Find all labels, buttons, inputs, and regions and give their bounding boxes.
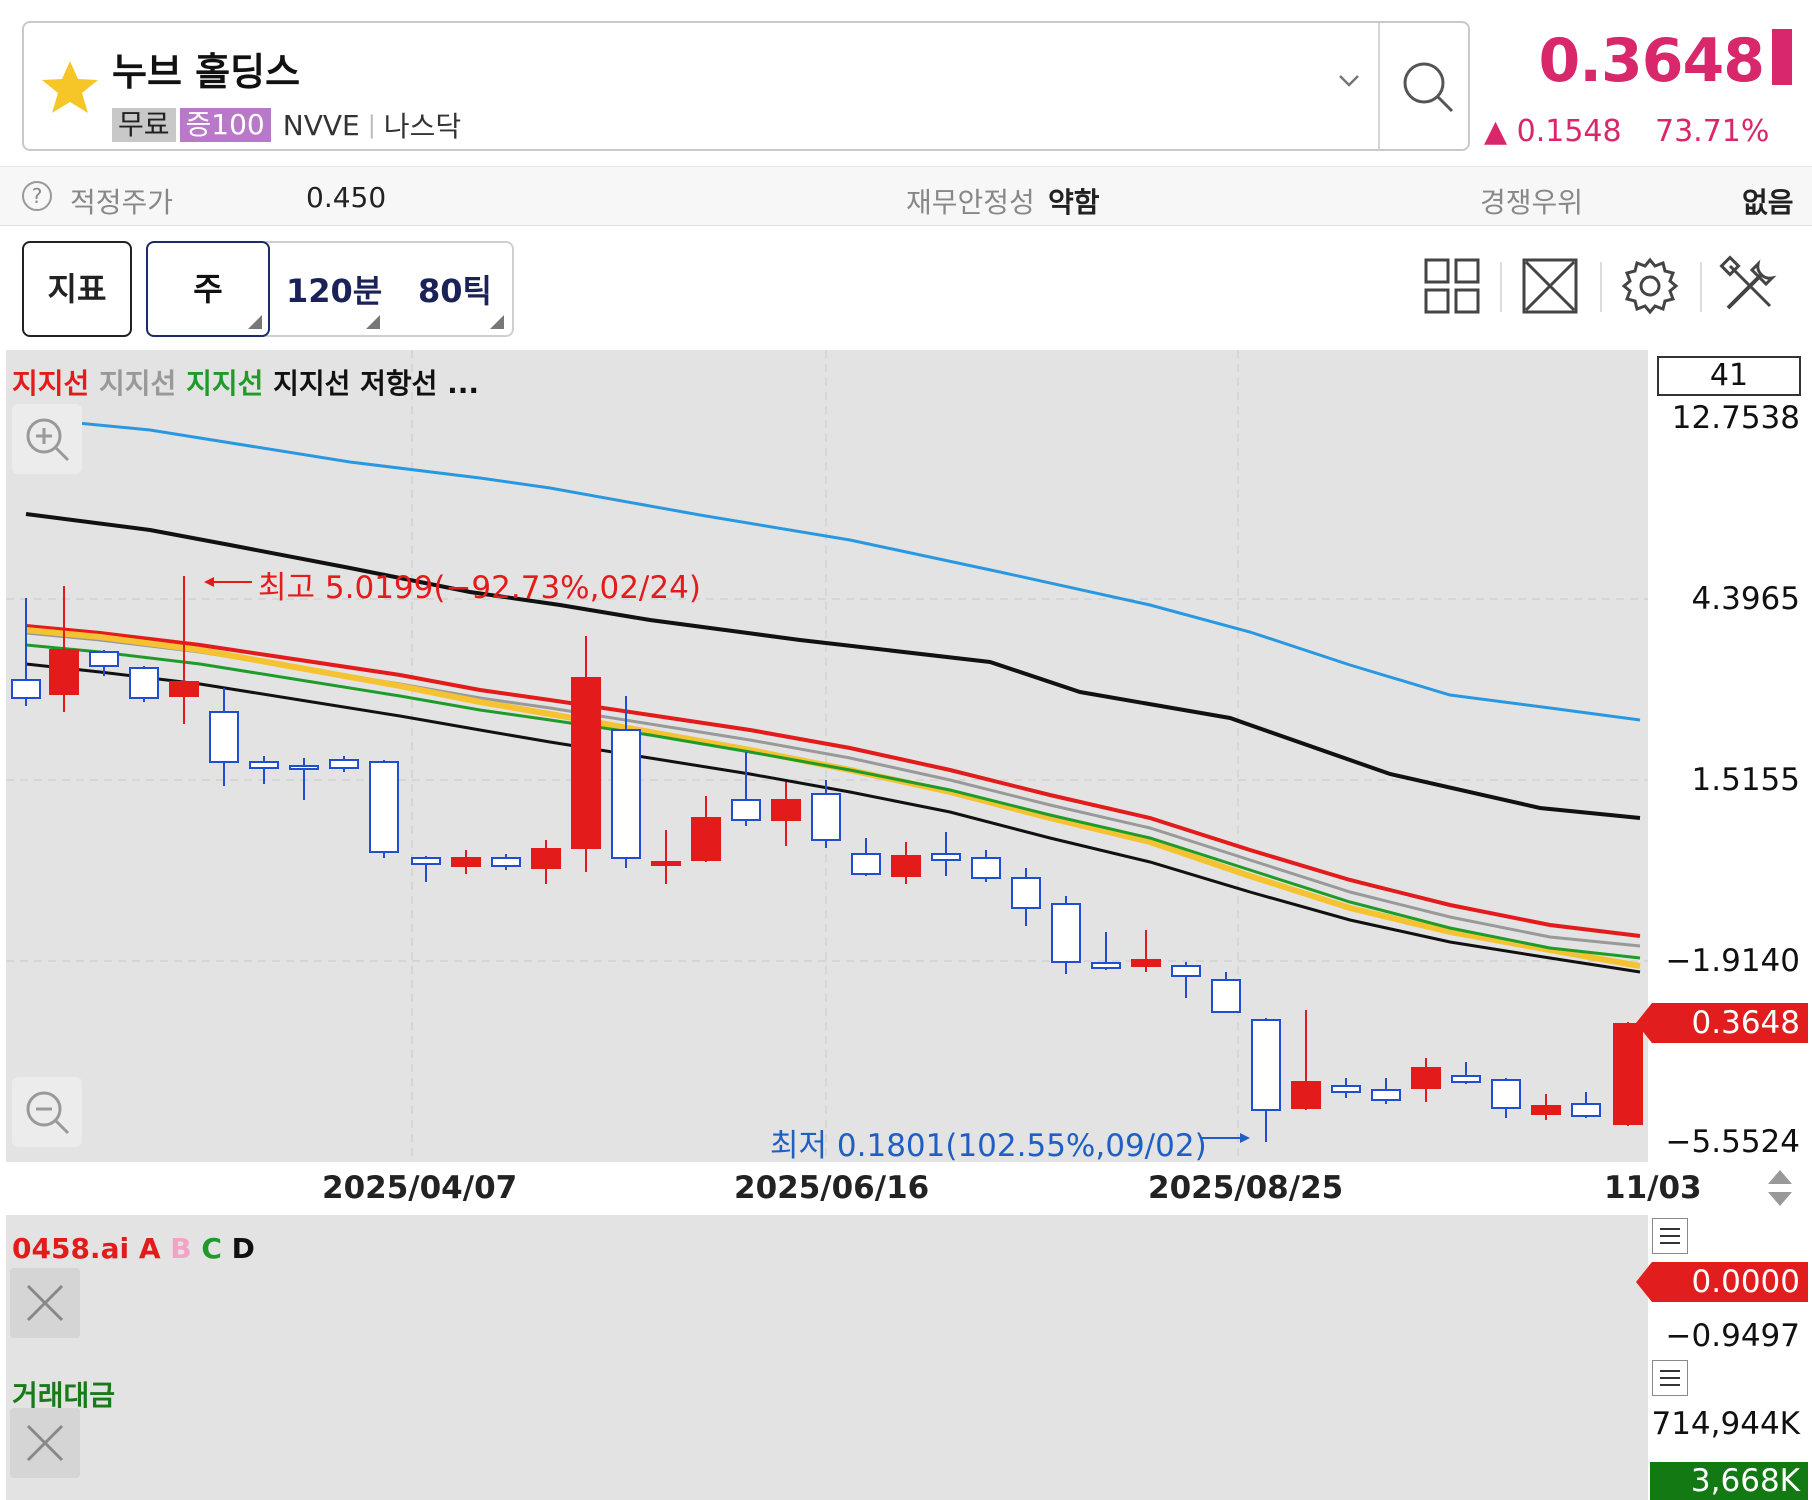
- indicator-series-b: B: [170, 1232, 192, 1265]
- candle-body: [771, 799, 801, 821]
- volume-axis-label: 714,944K: [1651, 1406, 1800, 1442]
- indicator-series-a: A: [138, 1232, 161, 1265]
- current-price-tag: 0.3648: [1636, 1003, 1808, 1043]
- candle-body: [1011, 877, 1041, 909]
- candle-body: [411, 857, 441, 865]
- candle-body: [1131, 959, 1161, 967]
- ma-line-red: [25, 624, 1641, 938]
- candle-body: [451, 857, 481, 867]
- candle-body: [491, 857, 521, 867]
- indicator-legend: 0458.ai A B C D: [12, 1232, 255, 1265]
- ma-line-black: [25, 512, 1641, 820]
- volume-value-tag: 3,668K: [1650, 1462, 1808, 1500]
- candle-body: [369, 761, 399, 853]
- indicator-series-d: D: [231, 1232, 255, 1265]
- zoom-out-icon: [26, 1091, 70, 1135]
- legend-item: 지지선: [273, 367, 351, 400]
- indicator-axis-label: −0.9497: [1665, 1318, 1800, 1354]
- indicator-value-tag: 0.0000: [1636, 1262, 1808, 1302]
- candle-body: [289, 765, 319, 770]
- y-axis-label: 4.3965: [1691, 581, 1800, 617]
- x-axis-label: 2025/08/25: [1148, 1170, 1344, 1206]
- candle-body: [1531, 1105, 1561, 1115]
- candle-body: [1451, 1075, 1481, 1083]
- high-arrow-head: [204, 577, 214, 587]
- legend-item: ...: [447, 367, 480, 400]
- candle-body: [691, 817, 721, 861]
- candle-body: [931, 853, 961, 861]
- indicator-series-c: C: [201, 1232, 222, 1265]
- high-annotation: 최고 5.0199(−92.73%,02/24): [258, 570, 701, 606]
- candle-body: [1051, 903, 1081, 963]
- scroll-arrows-icon[interactable]: [1760, 1166, 1800, 1210]
- candle-body: [89, 651, 119, 667]
- candle-body: [11, 679, 41, 699]
- candle-body: [1571, 1103, 1601, 1117]
- candle-body: [731, 799, 761, 821]
- indicator-menu-button[interactable]: [1652, 1218, 1688, 1254]
- close-icon: [26, 1424, 64, 1462]
- candle-body: [249, 761, 279, 769]
- candle-body: [1371, 1089, 1401, 1101]
- close-volume-button[interactable]: [10, 1408, 80, 1478]
- legend-item: 지지선: [12, 367, 90, 400]
- candle-body: [329, 759, 359, 769]
- candle-body: [651, 861, 681, 866]
- candle-body: [209, 711, 239, 763]
- candle-body: [891, 855, 921, 877]
- candle-body: [1171, 965, 1201, 977]
- volume-menu-button[interactable]: [1652, 1360, 1688, 1396]
- visible-candle-count[interactable]: 41: [1657, 356, 1801, 396]
- candle-body: [811, 793, 841, 841]
- close-indicator-button[interactable]: [10, 1268, 80, 1338]
- candle-body: [1491, 1079, 1521, 1109]
- legend-item: 지지선: [99, 367, 177, 400]
- y-axis-label: −1.9140: [1665, 943, 1800, 979]
- indicator-name: 0458.ai: [12, 1232, 130, 1265]
- x-axis-label: 2025/04/07: [322, 1170, 518, 1206]
- candle-body: [1411, 1067, 1441, 1089]
- candle-body: [1211, 979, 1241, 1013]
- x-axis-label: 11/03: [1604, 1170, 1702, 1206]
- candle-body: [129, 667, 159, 699]
- candle-body: [1331, 1085, 1361, 1093]
- candle-body: [169, 681, 199, 697]
- chart-legend: 지지선 지지선 지지선 지지선 저항선 ...: [12, 362, 479, 402]
- candle-body: [1251, 1019, 1281, 1111]
- candle-body: [49, 649, 79, 695]
- y-axis-label: 1.5155: [1691, 762, 1800, 798]
- close-icon: [26, 1284, 64, 1322]
- candle-body: [611, 729, 641, 859]
- candle-body: [851, 853, 881, 875]
- zoom-in-button[interactable]: [12, 404, 82, 474]
- candle-body: [531, 848, 561, 869]
- candle-body: [1291, 1081, 1321, 1109]
- candle-body: [1091, 962, 1121, 969]
- candle-body: [971, 857, 1001, 879]
- legend-item: 저항선: [360, 367, 438, 400]
- y-axis-label: −5.5524: [1665, 1124, 1800, 1160]
- zoom-in-icon: [26, 418, 70, 462]
- legend-item: 지지선: [186, 367, 264, 400]
- candle-body: [571, 677, 601, 849]
- zoom-out-button[interactable]: [12, 1077, 82, 1147]
- x-axis-label: 2025/06/16: [734, 1170, 930, 1206]
- low-annotation: 최저 0.1801(102.55%,09/02): [770, 1128, 1207, 1164]
- low-arrow-head: [1240, 1133, 1250, 1143]
- y-axis-label: 12.7538: [1671, 400, 1800, 436]
